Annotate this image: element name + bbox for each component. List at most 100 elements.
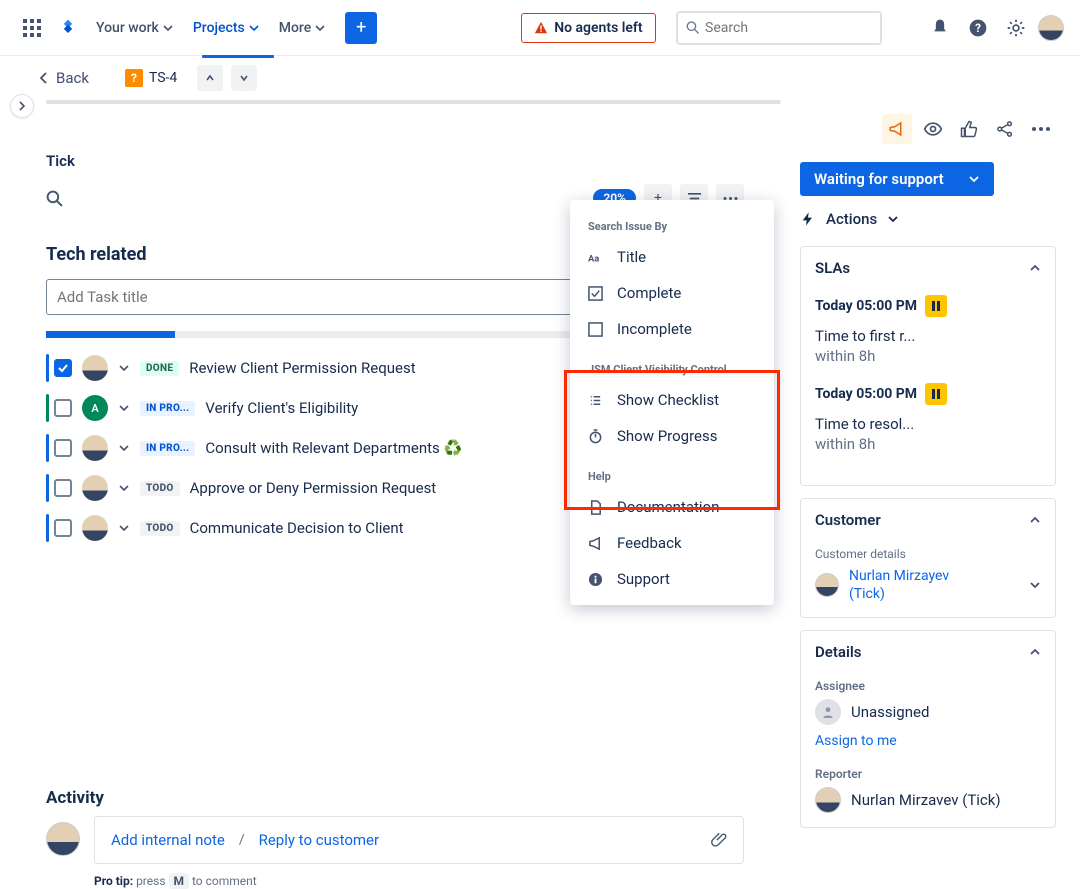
checklist-search-button[interactable] (46, 190, 63, 207)
status-label: Waiting for support (814, 170, 944, 188)
give-feedback-icon[interactable] (882, 114, 912, 144)
actions-dropdown[interactable]: Actions (800, 210, 1056, 228)
details-header[interactable]: Details (801, 631, 1055, 673)
back-button[interactable]: Back (36, 69, 89, 87)
prev-issue-button[interactable] (197, 65, 223, 91)
issue-type-icon: ? (125, 69, 143, 87)
menu-item-show-checklist[interactable]: Show Checklist (570, 382, 774, 418)
menu-item-complete[interactable]: Complete (570, 275, 774, 311)
no-agents-banner[interactable]: No agents left (521, 13, 655, 43)
menu-item-documentation[interactable]: Documentation (570, 489, 774, 525)
create-button[interactable]: + (345, 12, 377, 44)
sla-name: Time to first r... (815, 327, 1041, 345)
menu-heading-help: Help (570, 464, 774, 489)
projects-active-underline (202, 55, 274, 58)
section-progress-fill (46, 331, 175, 338)
task-title: Review Client Permission Request (189, 359, 415, 377)
chevron-down-icon (968, 173, 980, 185)
task-checkbox[interactable] (54, 439, 72, 457)
task-checkbox[interactable] (54, 479, 72, 497)
task-assignee-avatar[interactable] (82, 515, 108, 541)
help-icon[interactable]: ? (962, 12, 994, 44)
checkbox-empty-icon (588, 322, 603, 337)
chevron-down-icon[interactable] (1029, 579, 1041, 591)
task-expand-chevron[interactable] (118, 442, 130, 454)
sla-due: within 8h (815, 435, 1041, 453)
jira-logo-icon[interactable] (52, 12, 84, 44)
no-agents-label: No agents left (554, 20, 642, 36)
nav-more[interactable]: More (271, 12, 334, 44)
reply-to-customer-link[interactable]: Reply to customer (259, 831, 380, 849)
task-expand-chevron[interactable] (118, 482, 130, 494)
task-expand-chevron[interactable] (118, 402, 130, 414)
task-status-badge[interactable]: TODO (140, 481, 180, 496)
comment-separator: / (239, 832, 245, 848)
menu-item-feedback[interactable]: Feedback (570, 525, 774, 561)
share-icon[interactable] (990, 114, 1020, 144)
global-search-input[interactable] (705, 20, 872, 36)
menu-item-show-progress[interactable]: Show Progress (570, 418, 774, 454)
reporter-label: Reporter (815, 767, 1041, 781)
comment-box[interactable]: Add internal note / Reply to customer (94, 816, 744, 864)
megaphone-icon (588, 536, 603, 551)
notifications-icon[interactable] (924, 12, 956, 44)
chevron-up-icon (1029, 646, 1041, 658)
task-assignee-avatar[interactable]: A (82, 395, 108, 421)
issue-actions-icon[interactable] (1026, 114, 1056, 144)
menu-item-incomplete[interactable]: Incomplete (570, 311, 774, 347)
issue-key-link[interactable]: ? TS-4 (125, 69, 177, 87)
task-title: Verify Client's Eligibility (205, 399, 358, 417)
customer-header[interactable]: Customer (801, 499, 1055, 541)
status-dropdown[interactable]: Waiting for support (800, 162, 994, 196)
task-checkbox[interactable] (54, 399, 72, 417)
task-title: Communicate Decision to Client (190, 519, 404, 537)
profile-avatar[interactable] (1038, 15, 1064, 41)
slas-header[interactable]: SLAs (801, 247, 1055, 289)
assign-to-me-link[interactable]: Assign to me (815, 733, 1041, 749)
nav-your-work-label: Your work (96, 20, 159, 36)
current-user-avatar (46, 822, 80, 856)
customer-name-link[interactable]: Nurlan Mirzayev (Tick) (849, 567, 959, 603)
task-checkbox[interactable] (54, 519, 72, 537)
sidebar-expand-button[interactable] (10, 94, 34, 118)
settings-icon[interactable] (1000, 12, 1032, 44)
task-status-badge[interactable]: IN PRO... (140, 441, 195, 456)
watch-icon[interactable] (918, 114, 948, 144)
unassigned-avatar-icon (815, 699, 841, 725)
list-icon (588, 393, 603, 408)
task-assignee-avatar[interactable] (82, 435, 108, 461)
task-color-bar (46, 434, 49, 462)
next-issue-button[interactable] (231, 65, 257, 91)
reporter-field[interactable]: Nurlan Mirzavev (Tick) (815, 787, 1041, 813)
task-color-bar (46, 474, 49, 502)
task-checkbox[interactable] (54, 359, 72, 377)
chevron-up-icon (1029, 262, 1041, 274)
task-status-badge[interactable]: DONE (140, 361, 179, 376)
customer-card: Customer Customer details Nurlan Mirzaye… (800, 498, 1056, 618)
nav-projects[interactable]: Projects (185, 12, 267, 44)
options-menu: Search Issue By AaTitle Complete Incompl… (570, 200, 774, 605)
reporter-avatar (815, 787, 841, 813)
attachment-icon[interactable] (711, 831, 729, 849)
task-status-badge[interactable]: TODO (140, 521, 180, 536)
add-internal-note-link[interactable]: Add internal note (111, 831, 225, 849)
pro-tip: Pro tip: press M to comment (94, 874, 744, 888)
task-assignee-avatar[interactable] (82, 355, 108, 381)
chevron-down-icon (887, 213, 899, 225)
task-assignee-avatar[interactable] (82, 475, 108, 501)
global-search[interactable] (676, 11, 882, 45)
sla-pause-icon (925, 383, 947, 405)
menu-item-support[interactable]: Support (570, 561, 774, 597)
menu-heading-visibility: JSM Client Visibility Control (570, 357, 774, 382)
task-expand-chevron[interactable] (118, 522, 130, 534)
task-status-badge[interactable]: IN PRO... (140, 401, 195, 416)
vote-icon[interactable] (954, 114, 984, 144)
menu-item-title[interactable]: AaTitle (570, 239, 774, 275)
chevron-up-icon (1029, 514, 1041, 526)
task-expand-chevron[interactable] (118, 362, 130, 374)
app-switcher-icon[interactable] (16, 12, 48, 44)
nav-your-work[interactable]: Your work (88, 12, 181, 44)
menu-heading-search: Search Issue By (570, 214, 774, 239)
task-title: Approve or Deny Permission Request (190, 479, 437, 497)
assignee-field[interactable]: Unassigned (815, 699, 1041, 725)
